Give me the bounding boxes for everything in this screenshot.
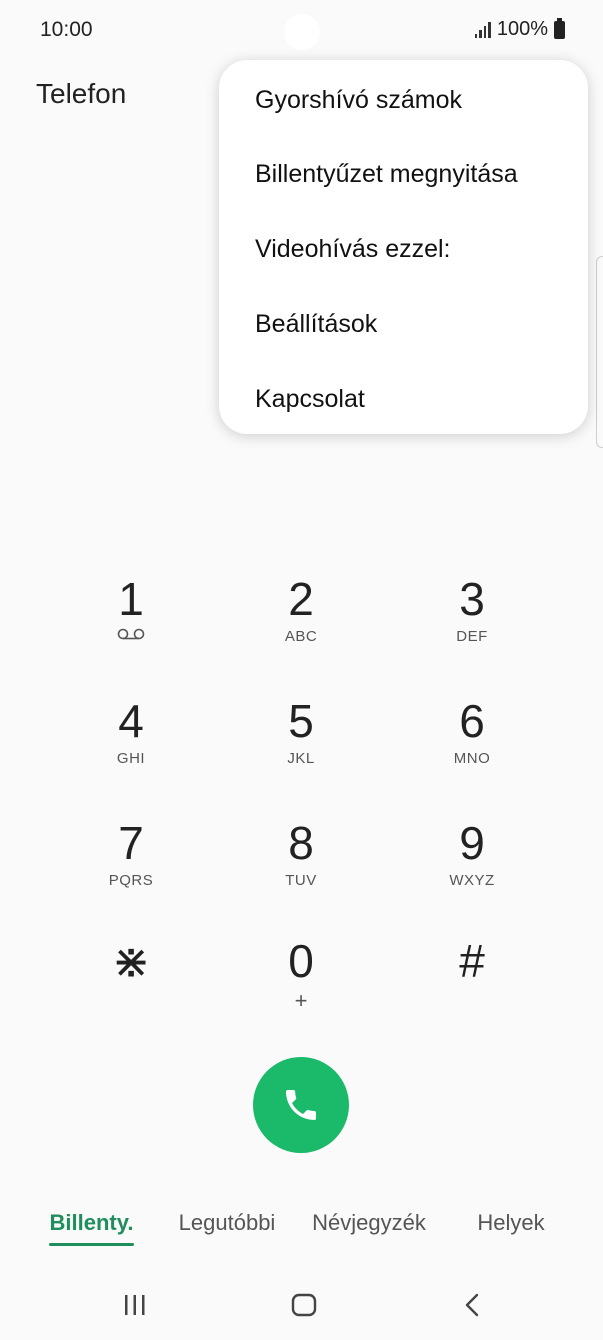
key-letters: MNO	[453, 750, 491, 767]
key-7[interactable]: 7 PQRS	[46, 820, 216, 930]
tab-contacts[interactable]: Névjegyzék	[305, 1210, 433, 1236]
tab-places[interactable]: Helyek	[465, 1210, 557, 1236]
key-digit: 3	[459, 573, 485, 625]
active-tab-indicator	[49, 1243, 134, 1246]
key-digit: 9	[459, 817, 485, 869]
key-digit: 5	[288, 695, 314, 747]
key-plus-label: +	[294, 988, 308, 1013]
key-digit: #	[459, 935, 485, 987]
scroll-handle[interactable]	[596, 256, 603, 448]
key-3[interactable]: 3 DEF	[387, 576, 557, 686]
key-digit: 7	[118, 817, 144, 869]
key-4[interactable]: 4 GHI	[46, 698, 216, 808]
key-digit: ⋇	[111, 935, 151, 987]
home-icon[interactable]	[289, 1290, 319, 1325]
tab-recents[interactable]: Legutóbbi	[168, 1210, 286, 1236]
status-time: 10:00	[40, 18, 93, 41]
overflow-menu: Gyorshívó számok Billentyűzet megnyitása…	[219, 60, 588, 434]
battery-percent: 100%	[496, 18, 548, 40]
key-digit: 8	[288, 817, 314, 869]
menu-item-speed-dial[interactable]: Gyorshívó számok	[255, 86, 462, 115]
key-5[interactable]: 5 JKL	[216, 698, 386, 808]
key-digit: 6	[459, 695, 485, 747]
key-letters: TUV	[285, 872, 317, 889]
key-star[interactable]: ⋇	[46, 938, 216, 1048]
menu-item-settings[interactable]: Beállítások	[255, 310, 377, 339]
key-digit: 2	[288, 573, 314, 625]
key-0[interactable]: 0 +	[216, 938, 386, 1048]
menu-item-contact[interactable]: Kapcsolat	[255, 385, 365, 414]
key-1[interactable]: 1	[46, 576, 216, 686]
key-digit: 4	[118, 695, 144, 747]
menu-item-video-call-with[interactable]: Videohívás ezzel:	[255, 235, 451, 264]
key-digit: 1	[118, 573, 144, 625]
key-letters: JKL	[287, 750, 315, 767]
key-letters: ABC	[284, 628, 318, 645]
page-title: Telefon	[36, 78, 127, 109]
call-button[interactable]	[253, 1057, 349, 1153]
back-icon[interactable]	[460, 1290, 486, 1325]
menu-item-open-keypad[interactable]: Billentyűzet megnyitása	[255, 160, 518, 189]
tab-keypad[interactable]: Billenty.	[49, 1210, 134, 1236]
key-2[interactable]: 2 ABC	[216, 576, 386, 686]
key-9[interactable]: 9 WXYZ	[387, 820, 557, 930]
phone-icon	[286, 1090, 316, 1120]
status-indicators: 100%	[474, 17, 565, 41]
signal-icon	[474, 21, 491, 38]
key-letters: WXYZ	[449, 872, 495, 889]
key-letters: GHI	[116, 750, 146, 767]
key-letters: DEF	[456, 628, 488, 645]
key-6[interactable]: 6 MNO	[387, 698, 557, 808]
key-8[interactable]: 8 TUV	[216, 820, 386, 930]
key-letters: PQRS	[108, 872, 154, 889]
battery-icon	[554, 17, 565, 39]
key-hash[interactable]: #	[387, 938, 557, 1048]
voicemail-icon	[117, 628, 145, 640]
recent-apps-icon[interactable]	[122, 1290, 148, 1325]
camera-cutout	[284, 14, 320, 50]
key-digit: 0	[288, 935, 314, 987]
